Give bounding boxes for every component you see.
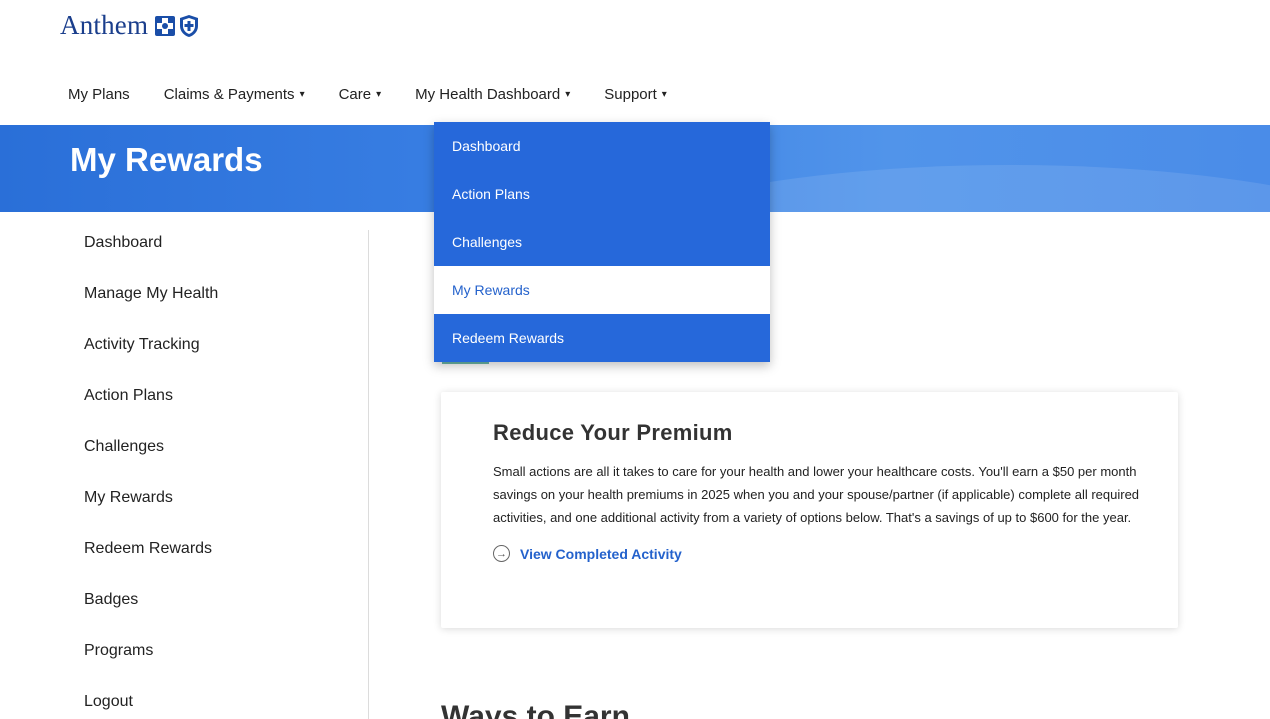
dropdown-item-label: Redeem Rewards: [452, 330, 565, 346]
nav-label: Care: [338, 85, 372, 103]
sidebar-item-label: Manage My Health: [84, 284, 219, 302]
reduce-premium-card: Reduce Your Premium Small actions are al…: [441, 392, 1178, 628]
brand-name: Anthem: [60, 10, 149, 40]
sidebar-navigation: Dashboard Manage My Health Activity Trac…: [84, 230, 364, 719]
nav-claims-payments[interactable]: Claims & Payments ▾: [164, 86, 305, 103]
nav-my-plans[interactable]: My Plans: [68, 86, 130, 103]
view-completed-activity-link[interactable]: → View Completed Activity: [493, 545, 1128, 562]
dropdown-item-challenges[interactable]: Challenges: [434, 218, 770, 266]
sidebar-item-label: Badges: [84, 590, 139, 608]
dropdown-item-dashboard[interactable]: Dashboard: [434, 122, 770, 170]
nav-label: Support: [604, 85, 657, 103]
dropdown-item-action-plans[interactable]: Action Plans: [434, 170, 770, 218]
anthem-logo[interactable]: Anthem: [60, 10, 199, 41]
nav-label: Claims & Payments: [163, 85, 295, 103]
sidebar-item-label: Activity Tracking: [84, 335, 200, 353]
sidebar-item-manage-my-health[interactable]: Manage My Health: [84, 268, 364, 319]
nav-my-health-dashboard[interactable]: My Health Dashboard ▾: [415, 86, 570, 103]
nav-label: My Health Dashboard: [415, 85, 561, 103]
sidebar-item-label: Redeem Rewards: [84, 539, 213, 557]
nav-label: My Plans: [68, 85, 130, 103]
caret-down-icon: ▾: [661, 88, 667, 100]
sidebar-item-label: Programs: [84, 641, 154, 659]
sidebar-item-logout[interactable]: Logout: [84, 676, 364, 719]
sidebar-item-label: Logout: [84, 692, 133, 710]
nav-care[interactable]: Care ▾: [339, 86, 382, 103]
sidebar-item-badges[interactable]: Badges: [84, 574, 364, 625]
dropdown-item-label: Dashboard: [452, 138, 521, 154]
ways-to-earn-heading: Ways to Earn: [441, 700, 630, 719]
nav-support[interactable]: Support ▾: [604, 86, 667, 103]
dropdown-item-label: Challenges: [452, 234, 523, 250]
page-title: My Rewards: [70, 141, 263, 178]
sidebar-item-my-rewards[interactable]: My Rewards: [84, 472, 364, 523]
sidebar-item-dashboard[interactable]: Dashboard: [84, 217, 364, 268]
card-title: Reduce Your Premium: [493, 420, 733, 445]
dropdown-item-label: My Rewards: [452, 282, 530, 298]
health-dashboard-dropdown-menu: Dashboard Action Plans Challenges My Rew…: [434, 122, 770, 362]
sidebar-item-programs[interactable]: Programs: [84, 625, 364, 676]
blue-cross-blue-shield-icon: [154, 14, 199, 38]
sidebar-item-label: My Rewards: [84, 488, 173, 506]
link-label: View Completed Activity: [520, 545, 682, 562]
sidebar-item-redeem-rewards[interactable]: Redeem Rewards: [84, 523, 364, 574]
sidebar-item-label: Dashboard: [84, 233, 163, 251]
sidebar-divider: [368, 230, 369, 719]
dropdown-item-my-rewards[interactable]: My Rewards: [434, 266, 770, 314]
circle-arrow-right-icon: →: [493, 545, 510, 562]
sidebar-item-action-plans[interactable]: Action Plans: [84, 370, 364, 421]
dropdown-item-label: Action Plans: [452, 186, 530, 202]
caret-down-icon: ▾: [376, 88, 382, 100]
sidebar-item-challenges[interactable]: Challenges: [84, 421, 364, 472]
caret-down-icon: ▾: [565, 88, 571, 100]
sidebar-item-label: Action Plans: [84, 386, 173, 404]
dropdown-item-redeem-rewards[interactable]: Redeem Rewards: [434, 314, 770, 362]
caret-down-icon: ▾: [299, 88, 305, 100]
card-description: Small actions are all it takes to care f…: [493, 464, 1140, 525]
sidebar-item-activity-tracking[interactable]: Activity Tracking: [84, 319, 364, 370]
sidebar-item-label: Challenges: [84, 437, 165, 455]
page: Anthem My Plans Claims & Payments ▾ Care…: [0, 0, 1270, 719]
top-navigation: My Plans Claims & Payments ▾ Care ▾ My H…: [68, 84, 667, 104]
